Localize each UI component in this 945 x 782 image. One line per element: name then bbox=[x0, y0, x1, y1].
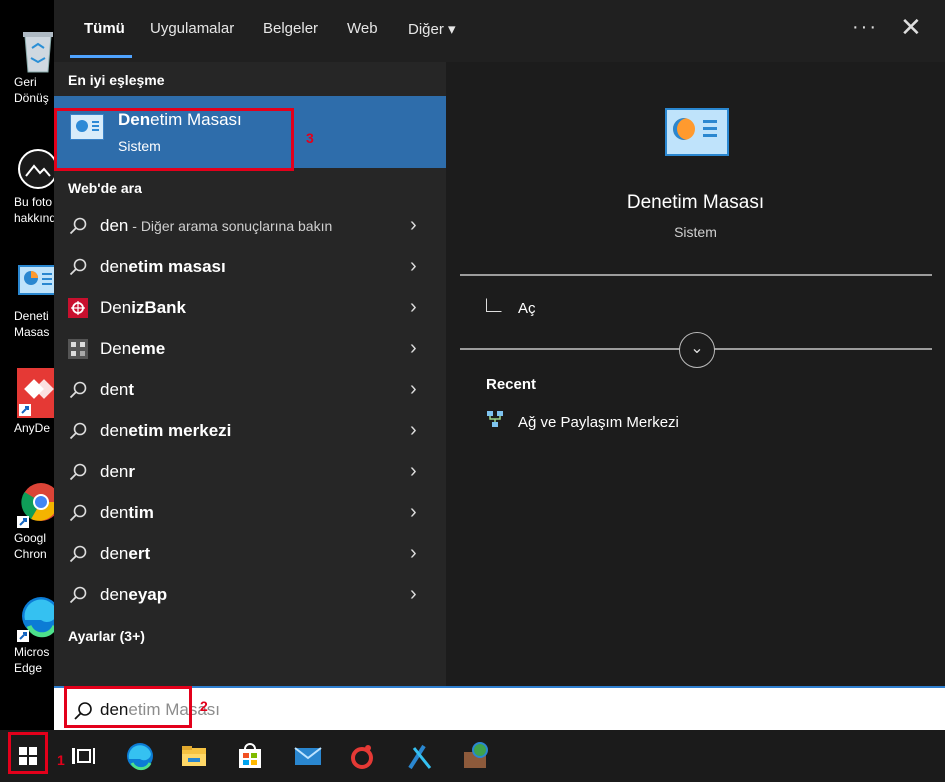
app-red-ring-icon[interactable] bbox=[344, 738, 380, 774]
tab-apps[interactable]: Uygulamalar bbox=[150, 20, 234, 37]
anydesk-icon bbox=[17, 368, 59, 418]
search-tabs: Tümü Uygulamalar Belgeler Web Diğer ▾ ··… bbox=[54, 0, 945, 62]
search-panel: Tümü Uygulamalar Belgeler Web Diğer ▾ ··… bbox=[54, 0, 945, 686]
search-icon bbox=[68, 380, 88, 400]
web-result-row[interactable]: denert › bbox=[54, 534, 446, 575]
best-match-heading: En iyi eşleşme bbox=[68, 72, 165, 88]
file-explorer-icon[interactable] bbox=[176, 738, 212, 774]
camera-icon bbox=[17, 148, 59, 190]
annotation-number-3: 3 bbox=[306, 130, 314, 146]
chevron-right-icon: › bbox=[410, 501, 417, 523]
chevron-right-icon: › bbox=[410, 296, 417, 318]
chevron-right-icon: › bbox=[410, 460, 417, 482]
tab-all[interactable]: Tümü bbox=[84, 20, 125, 37]
deneme-icon bbox=[68, 339, 88, 359]
edge-icon[interactable] bbox=[122, 738, 158, 774]
web-result-row[interactable]: denetim merkezi › bbox=[54, 411, 446, 452]
annotation-number-1: 1 bbox=[57, 752, 65, 768]
denizbank-icon bbox=[68, 298, 88, 318]
web-result-text: denr bbox=[100, 462, 135, 481]
network-icon bbox=[487, 411, 503, 427]
chevron-right-icon: › bbox=[410, 255, 417, 277]
close-icon[interactable]: ✕ bbox=[900, 12, 922, 43]
divider bbox=[460, 274, 932, 276]
active-tab-indicator bbox=[70, 55, 132, 58]
web-result-text: den - Diğer arama sonuçlarına bakın bbox=[100, 216, 333, 235]
web-result-text: dentim bbox=[100, 503, 154, 522]
chevron-right-icon: › bbox=[410, 378, 417, 400]
task-view-icon[interactable] bbox=[64, 738, 100, 774]
web-result-row[interactable]: Deneme › bbox=[54, 329, 446, 370]
web-result-text: deneyap bbox=[100, 585, 168, 604]
app-globe-box-icon[interactable] bbox=[458, 738, 494, 774]
recent-item-label: Ağ ve Paylaşım Merkezi bbox=[518, 414, 679, 431]
taskbar bbox=[0, 730, 945, 782]
annotation-number-2: 2 bbox=[200, 698, 208, 714]
search-icon bbox=[68, 216, 88, 236]
edge-icon bbox=[17, 594, 60, 642]
mail-icon[interactable] bbox=[290, 738, 326, 774]
search-icon bbox=[68, 257, 88, 277]
chevron-right-icon: › bbox=[410, 214, 417, 236]
control-panel-icon bbox=[17, 262, 59, 304]
web-result-text: DenizBank bbox=[100, 298, 186, 317]
chevron-right-icon: › bbox=[410, 337, 417, 359]
expand-chevron-icon[interactable]: ⌄ bbox=[679, 332, 715, 368]
annotation-box-2 bbox=[64, 686, 192, 728]
open-label: Aç bbox=[518, 300, 536, 317]
store-icon[interactable] bbox=[232, 738, 268, 774]
desktop-background: Geri Dönüş Bu foto hakkınd Deneti Masas … bbox=[0, 0, 60, 730]
preview-subtitle: Sistem bbox=[674, 224, 717, 240]
recycle-bin-icon bbox=[17, 28, 59, 73]
web-result-text: denert bbox=[100, 544, 151, 563]
settings-heading[interactable]: Ayarlar (3+) bbox=[68, 628, 145, 644]
web-result-row[interactable]: dentim › bbox=[54, 493, 446, 534]
tab-documents[interactable]: Belgeler bbox=[263, 20, 318, 37]
web-result-row[interactable]: deneyap › bbox=[54, 575, 446, 616]
control-panel-icon bbox=[665, 108, 729, 156]
recent-heading: Recent bbox=[486, 376, 537, 393]
chevron-right-icon: › bbox=[410, 583, 417, 605]
web-search-heading: Web'de ara bbox=[68, 180, 142, 196]
web-result-row[interactable]: denr › bbox=[54, 452, 446, 493]
search-icon bbox=[68, 544, 88, 564]
tab-web[interactable]: Web bbox=[347, 20, 378, 37]
web-result-text: denetim merkezi bbox=[100, 421, 232, 440]
search-icon bbox=[68, 462, 88, 482]
web-result-row[interactable]: denetim masası › bbox=[54, 247, 446, 288]
annotation-box-3 bbox=[54, 108, 294, 171]
search-icon bbox=[68, 585, 88, 605]
search-icon bbox=[68, 503, 88, 523]
preview-pane: Denetim Masası Sistem Aç ⌄ Recent Ağ ve … bbox=[446, 62, 945, 686]
chrome-icon bbox=[17, 480, 60, 528]
web-result-text: dent bbox=[100, 380, 135, 399]
web-result-text: Deneme bbox=[100, 339, 166, 358]
open-icon bbox=[486, 298, 502, 312]
more-options-icon[interactable]: ··· bbox=[852, 16, 878, 39]
annotation-box-1 bbox=[8, 732, 48, 774]
search-icon bbox=[68, 421, 88, 441]
chevron-right-icon: › bbox=[410, 419, 417, 441]
web-result-text: denetim masası bbox=[100, 257, 226, 276]
web-result-row[interactable]: DenizBank › bbox=[54, 288, 446, 329]
tab-more[interactable]: Diğer ▾ bbox=[408, 20, 456, 38]
web-result-row[interactable]: den - Diğer arama sonuçlarına bakın › bbox=[54, 206, 446, 247]
web-result-row[interactable]: dent › bbox=[54, 370, 446, 411]
chevron-right-icon: › bbox=[410, 542, 417, 564]
app-blue-x-icon[interactable] bbox=[402, 738, 438, 774]
preview-title: Denetim Masası bbox=[626, 192, 765, 213]
